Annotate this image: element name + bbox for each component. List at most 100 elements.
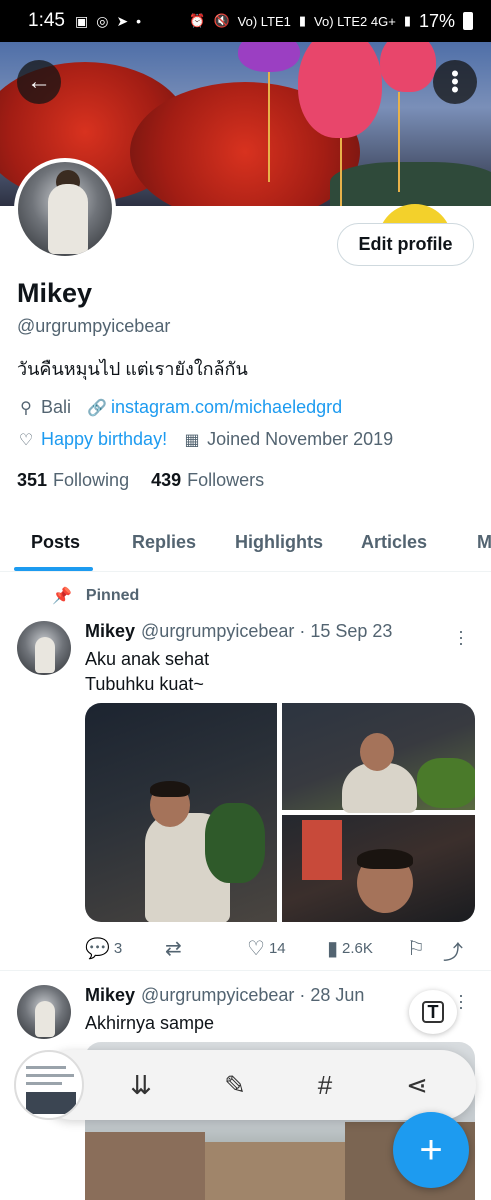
followers-count: 439	[151, 470, 182, 490]
following-label: Following	[53, 470, 130, 490]
notification-icons: ▣ ◎ ➤ •	[75, 13, 141, 30]
following-link[interactable]: 351 Following	[17, 470, 129, 491]
tweet-avatar-2[interactable]	[17, 985, 71, 1039]
balloon-string-3	[398, 92, 400, 192]
profile-name: Mikey	[17, 278, 93, 308]
tab-replies[interactable]: Replies	[132, 532, 196, 553]
tab-more[interactable]: M	[477, 532, 491, 553]
views-button[interactable]: ▮ 2.6K	[327, 936, 373, 961]
reply-icon: 💬	[85, 938, 110, 960]
tweet-author-name[interactable]: Mikey	[85, 621, 135, 641]
like-button[interactable]: ♡ 14	[247, 936, 286, 961]
profile-bio: วันคืนหมุนไป แต่เรายังใกล้กัน	[17, 359, 248, 379]
balloon-string	[268, 72, 270, 182]
battery-icon	[463, 12, 473, 30]
share-icon: ⤴	[443, 942, 463, 964]
tweet-photo-3[interactable]	[282, 815, 475, 922]
following-count: 351	[17, 470, 48, 490]
tab-articles[interactable]: Articles	[361, 532, 427, 553]
tab-highlights[interactable]: Highlights	[235, 532, 323, 553]
text-extract-button[interactable]: T	[409, 990, 457, 1034]
tweet-text: Aku anak sehat Tubuhku kuat~	[85, 647, 209, 697]
crop-edit-button[interactable]: ✎	[218, 1070, 252, 1101]
tweet-meta-2: @urgrumpyicebear · 28 Jun	[141, 985, 365, 1005]
tweet-actions: 💬 3 ⇄ ♡ 14 ▮ 2.6K ⚐ ⤴	[85, 936, 465, 964]
back-button[interactable]: ←	[17, 60, 61, 104]
calendar-icon: ▦	[184, 431, 200, 449]
alarm-icon: ⏰	[189, 13, 206, 28]
like-count: 14	[268, 940, 286, 957]
status-bar: 1:45 ▣ ◎ ➤ • ⏰ 🔇 Vo) LTE1 ▮ Vo) LTE2 4G+…	[0, 0, 491, 42]
tweet-text-line-1: Aku anak sehat	[85, 649, 210, 669]
tweet-2-text-line-1: Akhirnya sampe	[85, 1013, 215, 1033]
location-pin-icon: ⚲	[20, 399, 32, 417]
more-options-button[interactable]: • • •	[433, 60, 477, 104]
tweet-photo-1[interactable]	[85, 703, 277, 922]
signal-icon: ▮	[298, 13, 307, 28]
thumb-line	[26, 1066, 66, 1069]
plus-icon: +	[419, 1127, 443, 1172]
dot-icon: •	[136, 13, 142, 29]
photo-hair-3	[357, 849, 413, 869]
profile-website-link[interactable]: instagram.com/michaeledgrd	[111, 397, 342, 418]
banner-balloon-purple	[238, 42, 300, 72]
crop-edit-icon: ✎	[224, 1070, 246, 1100]
reply-button[interactable]: 💬 3	[85, 936, 122, 961]
profile-location: Bali	[41, 397, 72, 417]
share-screenshot-button[interactable]: ⋖	[400, 1070, 434, 1101]
tweet-avatar-person-2	[35, 1001, 55, 1037]
tweet-text-line-2: Tubuhku kuat~	[85, 674, 204, 694]
active-tab-indicator	[14, 567, 93, 571]
followers-link[interactable]: 439 Followers	[151, 470, 264, 491]
tweet-more-button-2[interactable]: · · ·	[458, 986, 464, 1016]
photo-plant	[205, 803, 265, 883]
photo-house-1	[85, 1132, 205, 1200]
pinned-text: Pinned	[85, 587, 140, 604]
mute-icon: 🔇	[213, 13, 230, 28]
share-button[interactable]: ⤴	[443, 936, 463, 965]
view-count: 2.6K	[342, 940, 373, 957]
retweet-icon: ⇄	[165, 938, 182, 960]
thumb-line-2	[26, 1074, 74, 1077]
banner-balloon-pink-2	[380, 42, 436, 92]
photo-plant-2	[417, 758, 475, 808]
tweet-header: Mikey @urgrumpyicebear · 15 Sep 23	[85, 621, 392, 642]
tweet-avatar-person	[35, 637, 55, 673]
share-icon: ⋖	[406, 1070, 428, 1100]
photo-face-2	[360, 733, 394, 771]
banner-foliage	[330, 162, 491, 206]
edit-profile-button[interactable]: Edit profile	[337, 223, 474, 266]
more-vertical-icon: • • •	[451, 61, 459, 102]
hashtag-icon: #	[317, 1070, 333, 1100]
pinned-label: 📌 Pinned	[52, 586, 139, 606]
tweet-avatar[interactable]	[17, 621, 71, 675]
profile-meta-row-1: ⚲ Bali 🔗 instagram.com/michaeledgrd	[17, 397, 342, 418]
scroll-capture-icon: ⇊	[130, 1070, 152, 1100]
thumb-image	[26, 1092, 76, 1114]
scroll-capture-button[interactable]: ⇊	[124, 1070, 158, 1101]
tweet-header-2: Mikey @urgrumpyicebear · 28 Jun	[85, 985, 364, 1006]
tweet-divider	[0, 970, 491, 971]
tweet-more-button[interactable]: · · ·	[458, 622, 464, 652]
profile-birthday[interactable]: Happy birthday!	[41, 429, 167, 450]
tweet-photo-2[interactable]	[282, 703, 475, 813]
followers-label: Followers	[187, 470, 265, 490]
tweet-meta: @urgrumpyicebear · 15 Sep 23	[141, 621, 393, 641]
screenshot-toolbar: ⇊ ✎ # ⋖	[38, 1050, 476, 1120]
follow-stats: 351 Following 439 Followers	[17, 470, 264, 491]
photo-hair	[150, 781, 190, 797]
tab-posts[interactable]: Posts	[31, 532, 80, 553]
hashtag-button[interactable]: #	[308, 1070, 342, 1101]
tweet-media-grid	[85, 703, 475, 922]
retweet-button[interactable]: ⇄	[165, 936, 182, 961]
profile-avatar[interactable]	[14, 158, 116, 260]
profile-tabs: Posts Replies Highlights Articles M	[0, 522, 491, 572]
compose-button[interactable]: +	[393, 1112, 469, 1188]
screenshot-thumbnail[interactable]	[14, 1050, 84, 1120]
avatar-body	[48, 184, 88, 254]
text-box-icon: T	[422, 1001, 444, 1023]
balloon-icon: ♡	[18, 431, 34, 449]
bookmark-button[interactable]: ⚐	[407, 936, 425, 961]
profile-meta-row-2: ♡ Happy birthday! ▦ Joined November 2019	[17, 429, 393, 450]
tweet-author-name-2[interactable]: Mikey	[85, 985, 135, 1005]
